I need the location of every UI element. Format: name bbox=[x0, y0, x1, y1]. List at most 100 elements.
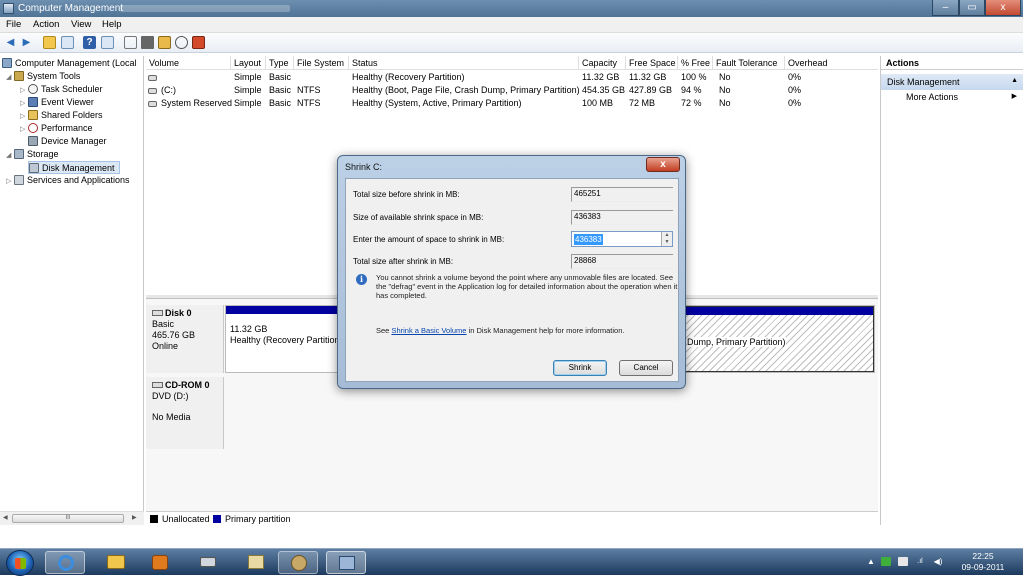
connect-icon[interactable] bbox=[141, 36, 154, 49]
shrink-button[interactable]: Shrink bbox=[553, 360, 607, 376]
tree-label-disk-management: Disk Management bbox=[42, 163, 115, 173]
volume-row[interactable]: (C:) Simple Basic NTFS Healthy (Boot, Pa… bbox=[146, 84, 878, 97]
tree-item-shared-folders[interactable]: ▷ Shared Folders bbox=[20, 109, 103, 122]
col-capacity[interactable]: Capacity bbox=[579, 56, 626, 70]
back-icon[interactable]: ◀ bbox=[4, 36, 17, 49]
cell-status: Healthy (Recovery Partition) bbox=[352, 72, 465, 82]
col-type[interactable]: Type bbox=[266, 56, 294, 70]
shrink-amount-input[interactable]: 436383 ▲ ▼ bbox=[571, 231, 673, 247]
properties-icon[interactable] bbox=[124, 36, 137, 49]
menu-view[interactable]: View bbox=[71, 19, 91, 30]
tree-item-root[interactable]: Computer Management (Local bbox=[2, 57, 137, 70]
volume-icon[interactable]: ◀) bbox=[933, 557, 943, 566]
more-actions-label: More Actions bbox=[906, 92, 959, 102]
total-after-value: 28868 bbox=[571, 254, 673, 269]
explorer-taskbar-icon[interactable] bbox=[96, 551, 136, 574]
help-line: See Shrink a Basic Volume in Disk Manage… bbox=[376, 326, 624, 335]
help-prefix: See bbox=[376, 326, 392, 335]
col-volume[interactable]: Volume bbox=[146, 56, 231, 70]
tray-app-icon[interactable] bbox=[881, 557, 891, 566]
media-player-taskbar-icon[interactable] bbox=[140, 551, 180, 574]
cancel-button[interactable]: Cancel bbox=[619, 360, 673, 376]
shrink-amount-value[interactable]: 436383 bbox=[574, 234, 603, 245]
tree-item-system-tools[interactable]: ◢ System Tools bbox=[6, 70, 80, 83]
toolbar: ◀ ▶ ? bbox=[0, 33, 1023, 53]
scroll-right-icon[interactable]: ▶ bbox=[132, 514, 137, 521]
menu-file[interactable]: File bbox=[6, 19, 21, 30]
show-hide-tree-icon[interactable] bbox=[61, 36, 74, 49]
search-icon[interactable] bbox=[175, 36, 188, 49]
scroll-left-icon[interactable]: ◀ bbox=[3, 514, 8, 521]
system-clock[interactable]: 22:25 09-09-2011 bbox=[955, 551, 1011, 573]
forward-icon[interactable]: ▶ bbox=[20, 36, 33, 49]
cell-fs: NTFS bbox=[297, 98, 321, 108]
shrink-info-text: You cannot shrink a volume beyond the po… bbox=[376, 273, 678, 300]
tray-device-icon[interactable] bbox=[898, 557, 908, 566]
disk0-label[interactable]: Disk 0 Basic 465.76 GB Online bbox=[146, 305, 224, 373]
tree-label-services: Services and Applications bbox=[27, 175, 130, 185]
cdrom-label[interactable]: CD-ROM 0 DVD (D:) No Media bbox=[146, 377, 224, 449]
tools-taskbar-icon[interactable] bbox=[278, 551, 318, 574]
internet-explorer-taskbar-icon[interactable] bbox=[45, 551, 85, 574]
tree-item-device-manager[interactable]: Device Manager bbox=[28, 135, 107, 148]
show-action-pane-icon[interactable] bbox=[101, 36, 114, 49]
collapse-up-icon[interactable]: ▲ bbox=[1011, 77, 1018, 84]
cell-capacity: 11.32 GB bbox=[582, 72, 620, 82]
minimize-button[interactable]: – bbox=[932, 0, 959, 16]
scroll-thumb[interactable]: III bbox=[12, 514, 124, 523]
tree-label-storage: Storage bbox=[27, 149, 59, 159]
files-taskbar-icon[interactable] bbox=[236, 551, 276, 574]
volume-list-header: Volume Layout Type File System Status Ca… bbox=[146, 56, 878, 70]
computer-management-taskbar-icon[interactable] bbox=[326, 551, 366, 574]
tree-item-disk-management[interactable]: Disk Management bbox=[28, 161, 120, 174]
shrink-help-link[interactable]: Shrink a Basic Volume bbox=[391, 326, 466, 335]
expand-icon[interactable]: ▷ bbox=[20, 123, 28, 136]
volume-row[interactable]: System Reserved Simple Basic NTFS Health… bbox=[146, 97, 878, 110]
help-icon[interactable]: ? bbox=[83, 36, 96, 49]
collapse-icon[interactable]: ◢ bbox=[6, 71, 14, 84]
rescan-icon[interactable] bbox=[192, 36, 205, 49]
disk-management-icon bbox=[29, 163, 39, 173]
legend-bar: Unallocated Primary partition bbox=[146, 511, 878, 525]
network-signal-icon[interactable]: .ıl bbox=[915, 557, 925, 566]
network-taskbar-icon[interactable] bbox=[188, 551, 228, 574]
tree-horizontal-scrollbar[interactable]: ◀ III ▶ bbox=[0, 511, 144, 525]
actions-section-disk-management[interactable]: Disk Management ▲ bbox=[881, 74, 1023, 90]
tree-item-performance[interactable]: ▷ Performance bbox=[20, 122, 93, 135]
tree-item-event-viewer[interactable]: ▷ Event Viewer bbox=[20, 96, 94, 109]
cdrom-media: No Media bbox=[152, 412, 191, 422]
volume-row[interactable]: Simple Basic Healthy (Recovery Partition… bbox=[146, 71, 878, 84]
tree-item-services[interactable]: ▷ Services and Applications bbox=[6, 174, 130, 187]
help-suffix: in Disk Management help for more informa… bbox=[466, 326, 625, 335]
start-button[interactable] bbox=[6, 550, 34, 576]
window-title: Computer Management bbox=[18, 3, 124, 14]
documents-icon bbox=[248, 555, 264, 569]
collapse-icon[interactable]: ◢ bbox=[6, 149, 14, 162]
close-button[interactable]: x bbox=[985, 0, 1021, 16]
col-free-space[interactable]: Free Space bbox=[626, 56, 678, 70]
show-hidden-icons[interactable]: ▲ bbox=[866, 557, 876, 566]
cell-type: Basic bbox=[269, 72, 292, 82]
more-actions[interactable]: More Actions ▶ bbox=[881, 90, 1023, 104]
shrink-amount-label: Enter the amount of space to shrink in M… bbox=[353, 235, 505, 244]
tree-item-storage[interactable]: ◢ Storage bbox=[6, 148, 59, 161]
tree-item-task-scheduler[interactable]: ▷ Task Scheduler bbox=[20, 83, 103, 96]
expand-icon[interactable]: ▷ bbox=[6, 175, 14, 188]
col-status[interactable]: Status bbox=[349, 56, 579, 70]
menu-action[interactable]: Action bbox=[33, 19, 59, 30]
up-folder-icon[interactable] bbox=[43, 36, 56, 49]
maximize-button[interactable]: ▭ bbox=[959, 0, 985, 16]
menu-help[interactable]: Help bbox=[102, 19, 122, 30]
dialog-close-button[interactable]: x bbox=[646, 157, 680, 172]
event-viewer-icon bbox=[28, 97, 38, 107]
media-player-icon bbox=[152, 555, 168, 570]
open-icon[interactable] bbox=[158, 36, 171, 49]
col-percent-free[interactable]: % Free bbox=[678, 56, 713, 70]
col-file-system[interactable]: File System bbox=[294, 56, 349, 70]
disk0-name: Disk 0 bbox=[165, 308, 192, 318]
col-overhead[interactable]: Overhead bbox=[785, 56, 878, 70]
col-layout[interactable]: Layout bbox=[231, 56, 266, 70]
recovery-partition[interactable]: 11.32 GB Healthy (Recovery Partition bbox=[226, 306, 341, 372]
col-fault-tolerance[interactable]: Fault Tolerance bbox=[713, 56, 785, 70]
spin-arrows-icon[interactable]: ▲ ▼ bbox=[661, 232, 672, 246]
